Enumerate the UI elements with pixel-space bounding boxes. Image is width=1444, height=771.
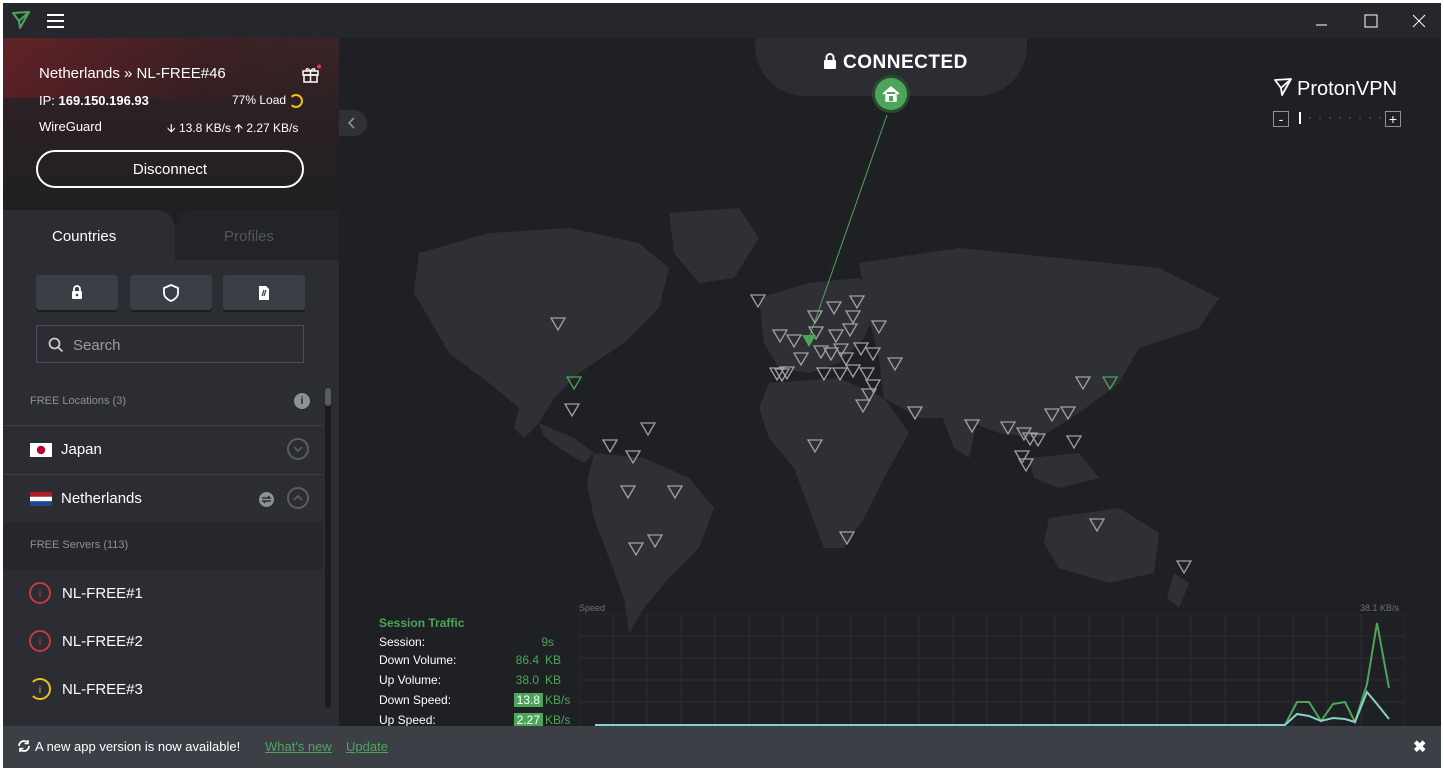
server-name: NL-FREE#1 — [62, 585, 143, 602]
up-arrow-icon: 🡩 — [234, 121, 243, 135]
secure-core-filter-button[interactable] — [36, 275, 118, 310]
update-notification-bar: A new app version is now available! What… — [3, 726, 1441, 768]
disconnect-button[interactable]: Disconnect — [36, 150, 304, 188]
ip-address: IP: 169.150.196.93 — [39, 93, 149, 108]
server-load: 77% Load — [232, 93, 287, 107]
netshield-filter-button[interactable] — [130, 275, 212, 310]
tab-countries[interactable]: Countries — [3, 210, 175, 260]
maintenance-icon: i — [29, 630, 51, 652]
traffic-row-session: Session: 9s — [379, 635, 554, 649]
country-name: Japan — [61, 441, 102, 458]
refresh-icon — [17, 739, 31, 758]
hamburger-menu-icon[interactable] — [47, 14, 64, 28]
zoom-control: - + — [1273, 111, 1405, 131]
traffic-row-down-speed: Down Speed: 13.8 KB/s — [379, 693, 571, 707]
zoom-slider — [1299, 112, 1383, 124]
speed-indicator: 🡫 13.8 KB/s 🡩 2.27 KB/s — [167, 119, 298, 140]
scrollbar-thumb[interactable] — [325, 388, 331, 406]
proton-logo-icon — [10, 9, 32, 36]
connected-server-title: Netherlands » NL-FREE#46 — [39, 65, 226, 82]
server-row-nl-free-3[interactable]: i NL-FREE#3 — [3, 666, 323, 714]
free-servers-band: FREE Servers (113) — [3, 522, 323, 570]
sidebar: Netherlands » NL-FREE#46 IP: 169.150.196… — [3, 38, 339, 726]
search-input[interactable] — [71, 326, 295, 364]
lock-icon — [824, 53, 836, 69]
title-bar — [3, 3, 1441, 38]
zoom-in-button[interactable]: + — [1385, 111, 1401, 127]
protocol-label: WireGuard — [39, 119, 102, 134]
search-icon — [48, 337, 64, 358]
info-icon[interactable]: i — [294, 393, 310, 409]
free-locations-header: FREE Locations (3) — [30, 395, 126, 407]
update-message: A new app version is now available! — [35, 739, 241, 754]
server-row-nl-free-2[interactable]: i NL-FREE#2 — [3, 618, 323, 666]
down-arrow-icon: 🡫 — [167, 121, 176, 135]
minimize-button[interactable] — [1310, 10, 1332, 32]
shield-icon — [163, 284, 179, 302]
close-window-button[interactable] — [1408, 10, 1430, 32]
home-location-button[interactable] — [875, 78, 907, 110]
tab-countries-label: Countries — [52, 228, 117, 245]
down-speed-line — [595, 622, 1390, 726]
session-traffic-title: Session Traffic — [379, 616, 465, 630]
connection-panel: Netherlands » NL-FREE#46 IP: 169.150.196… — [3, 38, 339, 210]
up-speed: 2.27 KB/s — [246, 121, 299, 135]
collapse-sidebar-button[interactable] — [339, 110, 367, 136]
app-window: Netherlands » NL-FREE#46 IP: 169.150.196… — [3, 3, 1441, 768]
close-notification-icon[interactable]: ✖ — [1413, 737, 1426, 757]
tab-profiles[interactable]: Profiles — [224, 228, 274, 245]
svg-text:i: i — [39, 685, 41, 696]
lock-icon — [72, 285, 82, 299]
maintenance-icon: i — [29, 582, 51, 604]
whats-new-link[interactable]: What's new — [265, 739, 332, 754]
load-indicator-icon: i — [29, 678, 51, 700]
server-row-nl-free-1[interactable]: i NL-FREE#1 — [3, 570, 323, 618]
port-forward-filter-button[interactable] — [223, 275, 305, 310]
sidebar-tabs: Countries Profiles — [3, 210, 339, 260]
server-name: NL-FREE#2 — [62, 633, 143, 650]
p2p-icon — [259, 492, 274, 507]
down-speed: 13.8 KB/s — [178, 121, 231, 135]
load-indicator-icon — [289, 94, 303, 108]
up-speed-line — [595, 690, 1390, 726]
zoom-slider-thumb — [1299, 112, 1301, 124]
free-servers-header: FREE Servers (113) — [30, 539, 129, 551]
update-link[interactable]: Update — [346, 739, 388, 754]
svg-text:i: i — [39, 637, 41, 648]
japan-flag-icon — [30, 443, 52, 457]
svg-text:i: i — [39, 589, 41, 600]
maximize-button[interactable] — [1360, 10, 1382, 32]
collapse-chevron-icon[interactable] — [287, 487, 309, 509]
speed-axis-label: Speed — [579, 603, 606, 613]
country-row-netherlands[interactable]: Netherlands — [3, 475, 323, 523]
chevron-left-icon — [347, 117, 355, 129]
speed-graph — [579, 614, 1405, 726]
speed-max-label: 38.1 KB/s — [1360, 603, 1400, 613]
zoom-out-button[interactable]: - — [1273, 111, 1289, 127]
proton-vpn-brand: ProtonVPN — [1273, 77, 1397, 101]
netherlands-flag-icon — [30, 492, 52, 506]
expand-chevron-icon[interactable] — [287, 438, 309, 460]
proton-logo-icon — [1274, 78, 1292, 96]
server-name: NL-FREE#3 — [62, 681, 143, 698]
traffic-row-down-volume: Down Volume: 86.4 KB — [379, 653, 562, 667]
country-name: Netherlands — [61, 490, 142, 507]
home-icon — [882, 86, 900, 102]
search-box[interactable] — [36, 325, 304, 364]
traffic-row-up-volume: Up Volume: 38.0 KB — [379, 673, 562, 687]
scrollbar-track[interactable] — [325, 388, 331, 708]
sim-card-icon — [259, 286, 269, 300]
country-row-japan[interactable]: Japan — [3, 426, 323, 474]
connection-status: CONNECTED — [823, 52, 968, 74]
gift-icon[interactable] — [301, 64, 321, 89]
